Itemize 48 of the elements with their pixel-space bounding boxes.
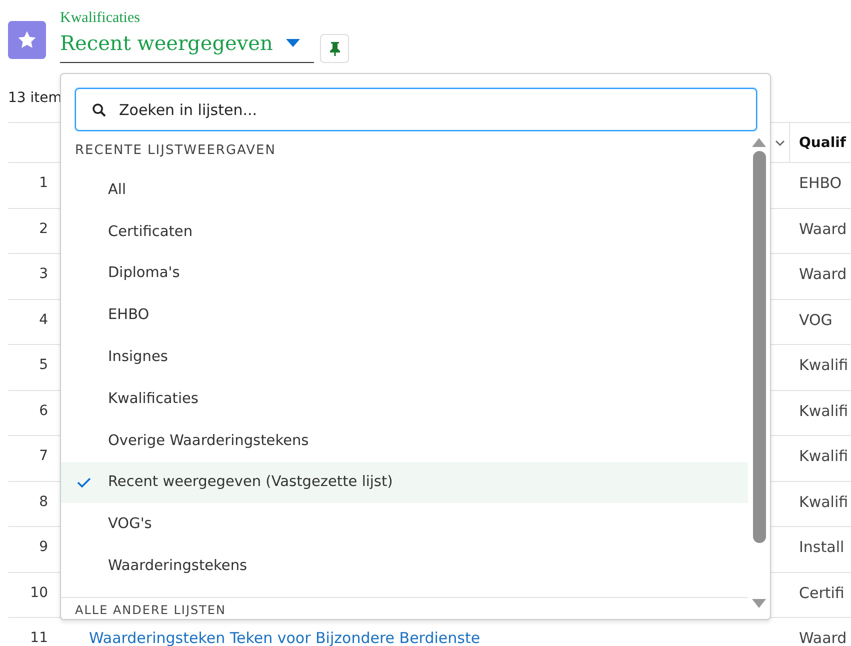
list-option[interactable]: Kwalificaties bbox=[61, 378, 748, 420]
list-option[interactable]: Waarderingstekens bbox=[61, 545, 748, 588]
row-number: 5 bbox=[39, 357, 48, 373]
row-number: 1 bbox=[39, 175, 48, 191]
table-cell: Kwalifi bbox=[799, 494, 848, 510]
caret-icon bbox=[286, 39, 300, 47]
table-cell: EHBO bbox=[799, 175, 842, 191]
pin-icon bbox=[328, 40, 340, 56]
list-option[interactable]: Recent weergegeven (Vastgezette lijst) bbox=[61, 462, 748, 504]
row-number: 7 bbox=[39, 448, 48, 464]
search-icon bbox=[92, 103, 106, 117]
row-number: 3 bbox=[39, 266, 48, 282]
chevron-down-icon[interactable] bbox=[775, 138, 785, 146]
list-option[interactable]: EHBO bbox=[61, 294, 748, 336]
scrollbar-thumb[interactable] bbox=[752, 151, 766, 543]
table-cell: Kwalifi bbox=[799, 448, 848, 464]
scroll-up-icon[interactable] bbox=[752, 137, 766, 147]
row-number: 10 bbox=[30, 584, 48, 600]
scroll-down-icon[interactable] bbox=[752, 599, 766, 609]
list-option[interactable]: Certificaten bbox=[61, 210, 748, 253]
table-cell: Certifi bbox=[799, 584, 844, 600]
list-option[interactable]: Overige Waarderingstekens bbox=[61, 420, 748, 462]
column-header[interactable]: Qualif bbox=[789, 123, 846, 162]
table-cell: Waard bbox=[799, 220, 847, 236]
checkmark-icon bbox=[77, 476, 91, 488]
search-field[interactable]: Zoeken in lijsten... bbox=[75, 88, 757, 131]
list-option[interactable]: Diploma's bbox=[61, 252, 748, 294]
table-cell: VOG bbox=[799, 312, 832, 328]
row-number: 9 bbox=[39, 539, 48, 555]
row-number: 11 bbox=[30, 630, 48, 646]
list-option[interactable]: All bbox=[61, 168, 748, 211]
section-heading: RECENTE LIJSTWEERGAVEN bbox=[74, 142, 277, 160]
list-option[interactable]: VOG's bbox=[61, 503, 748, 546]
section-heading: ALLE ANDERE LIJSTEN bbox=[61, 597, 748, 619]
object-label: Kwalificaties bbox=[60, 9, 141, 28]
row-number: 8 bbox=[39, 494, 48, 510]
item-count: 13 item bbox=[7, 89, 62, 108]
table-cell: Waard bbox=[799, 266, 847, 282]
table-cell: Waard bbox=[799, 630, 847, 646]
table-cell: Kwalifi bbox=[799, 402, 848, 418]
list-option[interactable]: Insignes bbox=[61, 336, 748, 378]
row-number: 2 bbox=[39, 220, 48, 236]
row-number: 4 bbox=[39, 312, 48, 328]
row-number: 6 bbox=[39, 402, 48, 418]
pin-button[interactable] bbox=[320, 34, 349, 63]
record-link[interactable]: Waarderingsteken Teken voor Bijzondere Berdienste bbox=[89, 629, 480, 646]
table-cell: Install bbox=[799, 539, 844, 555]
table-cell: Kwalifi bbox=[799, 357, 848, 373]
